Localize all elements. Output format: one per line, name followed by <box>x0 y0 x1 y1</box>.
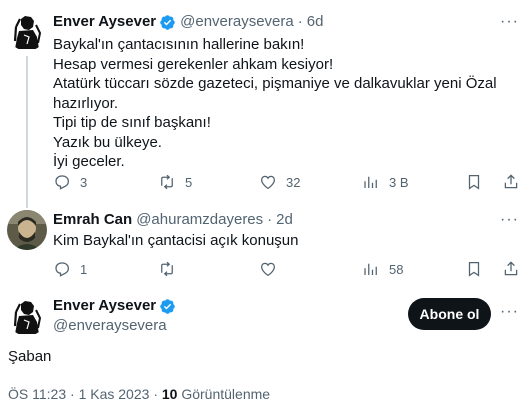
tweet-date[interactable]: 1 Kas 2023 <box>79 386 150 402</box>
reply-button[interactable]: 1 <box>53 260 87 278</box>
views-label: Görüntülenme <box>181 386 271 402</box>
timestamp[interactable]: 2d <box>276 210 293 230</box>
verified-badge-icon <box>160 298 175 314</box>
views-count: 10 <box>161 386 178 402</box>
follow-button[interactable]: Abone ol <box>408 298 491 330</box>
retweet-button[interactable] <box>158 260 176 278</box>
like-button[interactable]: 32 <box>259 173 300 191</box>
views-count: 58 <box>389 261 404 277</box>
retweet-icon <box>161 261 173 277</box>
views-count: 3 B <box>389 174 409 190</box>
verified-badge-icon <box>160 14 175 30</box>
user-handle[interactable]: @enveraysevera <box>180 12 294 32</box>
share-icon <box>504 261 518 276</box>
display-name[interactable]: Enver Aysever <box>53 12 156 32</box>
tweet-text-line: İyi geceler. <box>53 153 125 170</box>
tweet-text-line: Baykal'ın çantacısının hallerine bakın! <box>53 36 305 53</box>
avatar-photo-icon <box>7 210 47 250</box>
tweet-header: Emrah Can @ahuramzdayeres · 2d <box>53 210 293 230</box>
separator-dot: · <box>70 386 79 402</box>
tweet-text: Şaban <box>8 347 51 367</box>
tweet-text-line: Yazık bu ülkeye. <box>53 133 162 151</box>
retweet-count: 5 <box>185 174 193 190</box>
tweet-meta: ÖS 11:23 · 1 Kas 2023 · 10 Görüntülenme <box>8 386 270 402</box>
views-icon <box>364 263 377 275</box>
views-button[interactable]: 58 <box>362 260 403 278</box>
bookmark-icon <box>468 174 480 190</box>
reply-count: 1 <box>80 261 88 277</box>
display-name[interactable]: Enver Aysever <box>53 296 156 316</box>
tweet-text: Kim Baykal'ın çantacisi açık konuşun <box>53 231 298 251</box>
more-icon[interactable]: ··· <box>500 304 519 320</box>
like-button[interactable] <box>259 260 277 278</box>
tweet-header: Enver Aysever <box>53 296 176 316</box>
tweet-text-line: Şaban <box>8 348 52 365</box>
retweet-button[interactable]: 5 <box>158 173 192 191</box>
views-button[interactable]: 3 B <box>362 173 409 191</box>
tweet-1[interactable]: Enver Aysever @enveraysevera · 6d ··· Ba… <box>0 0 531 202</box>
like-count: 32 <box>286 174 301 190</box>
tweet-actions: 3 5 32 3 B <box>0 173 531 191</box>
separator-dot: · <box>267 211 273 228</box>
reply-button[interactable]: 3 <box>53 173 87 191</box>
reply-icon <box>55 262 70 277</box>
thread-connector <box>26 200 28 208</box>
views-icon <box>364 176 377 188</box>
avatar-sketch-icon <box>7 296 47 336</box>
separator-dot: · <box>297 13 303 30</box>
share-button[interactable] <box>502 260 520 278</box>
timestamp[interactable]: 6d <box>307 12 324 32</box>
like-icon <box>260 175 276 190</box>
more-icon[interactable]: ··· <box>500 14 519 30</box>
tweet-header: Enver Aysever @enveraysevera · 6d <box>53 12 323 32</box>
tweet-text-line: Kim Baykal'ın çantacisi açık konuşun <box>53 232 299 249</box>
tweet-text-line: Tipi tip de sınıf başkanı! <box>53 114 211 131</box>
tweet-time[interactable]: ÖS 11:23 <box>8 386 66 402</box>
reply-count: 3 <box>80 174 88 190</box>
bookmark-icon <box>468 261 480 277</box>
avatar[interactable] <box>7 210 47 250</box>
display-name[interactable]: Emrah Can <box>53 210 132 230</box>
retweet-icon <box>161 174 173 190</box>
tweet-text-line: hazırlıyor. <box>53 94 119 112</box>
avatar[interactable] <box>7 11 47 51</box>
tweet-text: Baykal'ın çantacısının hallerine bakın! … <box>53 35 497 172</box>
avatar[interactable] <box>7 296 47 336</box>
share-icon <box>504 174 518 189</box>
tweet-2[interactable]: Emrah Can @ahuramzdayeres · 2d ··· Kim B… <box>0 200 531 290</box>
reply-icon <box>55 175 70 190</box>
avatar-sketch-icon <box>7 11 47 51</box>
bookmark-button[interactable] <box>465 260 483 278</box>
tweet-text-line: Hesap vermesi gerekenler ahkam kesiyor! <box>53 55 334 73</box>
user-handle[interactable]: @ahuramzdayeres <box>136 210 263 230</box>
share-button[interactable] <box>502 173 520 191</box>
like-icon <box>260 262 276 277</box>
user-handle[interactable]: @enveraysevera <box>53 316 167 336</box>
tweet-actions: 1 58 <box>0 260 531 278</box>
handle-row: @enveraysevera <box>53 316 167 336</box>
more-icon[interactable]: ··· <box>500 212 519 228</box>
separator-dot: · <box>153 386 162 402</box>
tweet-text-line: Atatürk tüccarı sözde gazeteci, pişmaniy… <box>53 75 497 92</box>
bookmark-button[interactable] <box>465 173 483 191</box>
